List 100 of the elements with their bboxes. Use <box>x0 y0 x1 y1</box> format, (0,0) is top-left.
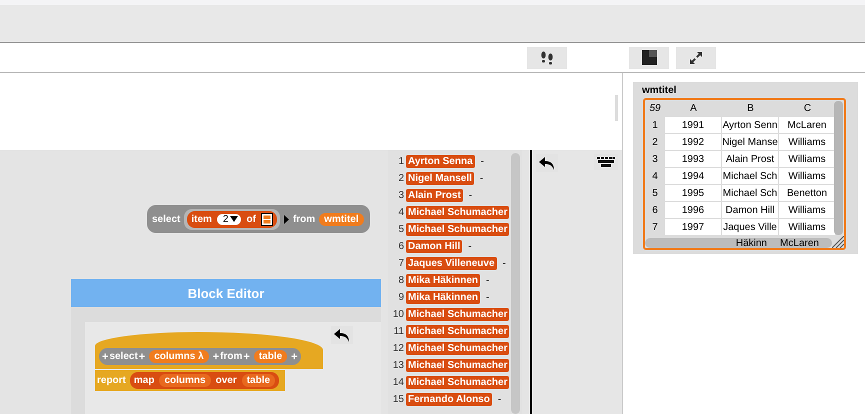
list-index: 13 <box>392 360 404 371</box>
list-cell: Damon Hill <box>406 240 462 253</box>
table-cell: Jaques Ville <box>722 219 779 236</box>
list-index: 12 <box>392 343 404 354</box>
list-index: 7 <box>397 258 404 269</box>
table-cell: Ayrton Senn <box>722 117 779 134</box>
variable-slot[interactable]: wmtitel <box>319 212 364 226</box>
list-cell: Michael Schumacher <box>406 359 510 372</box>
scrollbar[interactable] <box>615 95 618 121</box>
column-header[interactable]: C <box>779 100 836 117</box>
number-input[interactable]: 2 <box>216 214 242 224</box>
list-cell: Fernando Alonso <box>406 393 492 406</box>
table-cell-text: McLaren <box>779 238 820 248</box>
undo-icon <box>539 156 555 170</box>
list-cell: Mika Häkinnen <box>406 274 480 287</box>
arrow-icon[interactable] <box>284 214 289 224</box>
select-block[interactable]: select item 2 of from wmtitel <box>147 205 370 233</box>
list-cell: Michael Schumacher <box>406 325 510 338</box>
list-index: 8 <box>397 275 404 286</box>
stage-size-icon <box>642 50 656 65</box>
list-index: 3 <box>397 190 404 201</box>
plus-sign[interactable]: + <box>291 350 298 362</box>
variable-slot[interactable]: table <box>242 374 276 387</box>
report-block[interactable]: report map columns over table <box>95 370 286 391</box>
table-cell: 1994 <box>665 168 722 185</box>
list-index: 4 <box>397 207 404 218</box>
hat-block[interactable]: +select+ columns λ +from+ table + <box>95 332 323 369</box>
plus-sign[interactable]: + <box>138 350 146 362</box>
row-number: 1 <box>651 119 659 133</box>
row-number: 6 <box>651 204 659 218</box>
footprints-icon <box>540 50 554 64</box>
stage-size-button[interactable] <box>629 46 669 68</box>
undo-icon <box>334 328 350 342</box>
list-icon[interactable] <box>260 212 273 226</box>
list-index: 9 <box>397 292 404 303</box>
block-label: map <box>134 375 154 386</box>
list-cell: Michael Schumacher <box>406 223 510 236</box>
list-index: 15 <box>392 394 404 405</box>
list-cell: Michael Schumacher <box>406 376 510 389</box>
table-cell: 1997 <box>665 219 722 236</box>
table-cell: Michael Sch <box>722 185 779 202</box>
table-cell: Williams <box>779 202 836 219</box>
table-cell: 1991 <box>665 117 722 134</box>
scrollbar[interactable]: Häkinn McLaren <box>645 238 832 248</box>
row-number: 2 <box>651 136 659 150</box>
table-cell: Williams <box>779 219 836 236</box>
plus-sign[interactable]: + <box>243 350 250 362</box>
list-cell: Michael Schumacher <box>406 308 510 321</box>
table-cell: Alain Prost <box>722 151 779 168</box>
list-index: 11 <box>392 326 404 337</box>
row-number: 7 <box>651 221 659 235</box>
list-cell: Mika Häkinnen <box>406 291 480 304</box>
fullscreen-button[interactable] <box>676 46 716 68</box>
list-dash: - <box>486 275 490 286</box>
list-dash: - <box>480 173 484 184</box>
table-cell: Williams <box>779 168 836 185</box>
block-label: select <box>152 214 180 224</box>
column-header[interactable]: A <box>665 100 722 117</box>
resize-handle[interactable] <box>832 236 844 248</box>
block-label: from <box>220 351 242 362</box>
scrollbar[interactable] <box>511 153 520 414</box>
list-cell: Alain Prost <box>406 189 463 202</box>
list-index: 10 <box>392 309 404 320</box>
table-cell: Damon Hill <box>722 202 779 219</box>
table-cell: 1996 <box>665 202 722 219</box>
list-index: 14 <box>392 377 404 388</box>
table-cell: Benetton <box>779 185 836 202</box>
variable-slot[interactable]: table <box>254 350 288 363</box>
list-index: 2 <box>397 173 404 184</box>
scrollbar[interactable] <box>834 101 843 235</box>
variable-slot[interactable]: columns λ <box>149 350 209 363</box>
row-count: 59 <box>648 102 662 116</box>
table-cell: 1992 <box>665 134 722 151</box>
list-dash: - <box>486 292 490 303</box>
row-number: 4 <box>651 170 659 184</box>
reporter-block[interactable]: map columns over table <box>130 372 280 389</box>
block-label: item <box>191 214 212 224</box>
plus-sign[interactable]: + <box>102 350 108 362</box>
list-cell: Michael Schumacher <box>406 342 510 355</box>
watcher-label: wmtitel <box>642 85 678 98</box>
list-dash: - <box>498 394 502 405</box>
list-cell: Nigel Mansell <box>406 172 474 185</box>
list-dash: - <box>468 190 472 201</box>
prototype-block[interactable]: +select+ columns λ +from+ table + <box>99 348 301 365</box>
list-dash: - <box>502 258 506 269</box>
list-cell: Jaques Villeneuve <box>406 257 497 270</box>
undo-button[interactable] <box>331 326 353 344</box>
table-cell: 1995 <box>665 185 722 202</box>
table-cell: McLaren <box>779 117 836 134</box>
list-cell: Ayrton Senna <box>406 155 475 168</box>
column-header[interactable]: B <box>722 100 779 117</box>
block-label: of <box>246 214 256 224</box>
variable-slot[interactable]: columns <box>159 374 211 387</box>
row-number: 5 <box>651 187 659 201</box>
plus-sign[interactable]: + <box>212 350 220 362</box>
footprints-button[interactable] <box>527 46 567 68</box>
table-cell: Nigel Manse <box>722 134 779 151</box>
caret-icon <box>230 216 238 222</box>
row-number: 3 <box>651 153 659 167</box>
dialog-title: Block Editor <box>71 279 381 307</box>
